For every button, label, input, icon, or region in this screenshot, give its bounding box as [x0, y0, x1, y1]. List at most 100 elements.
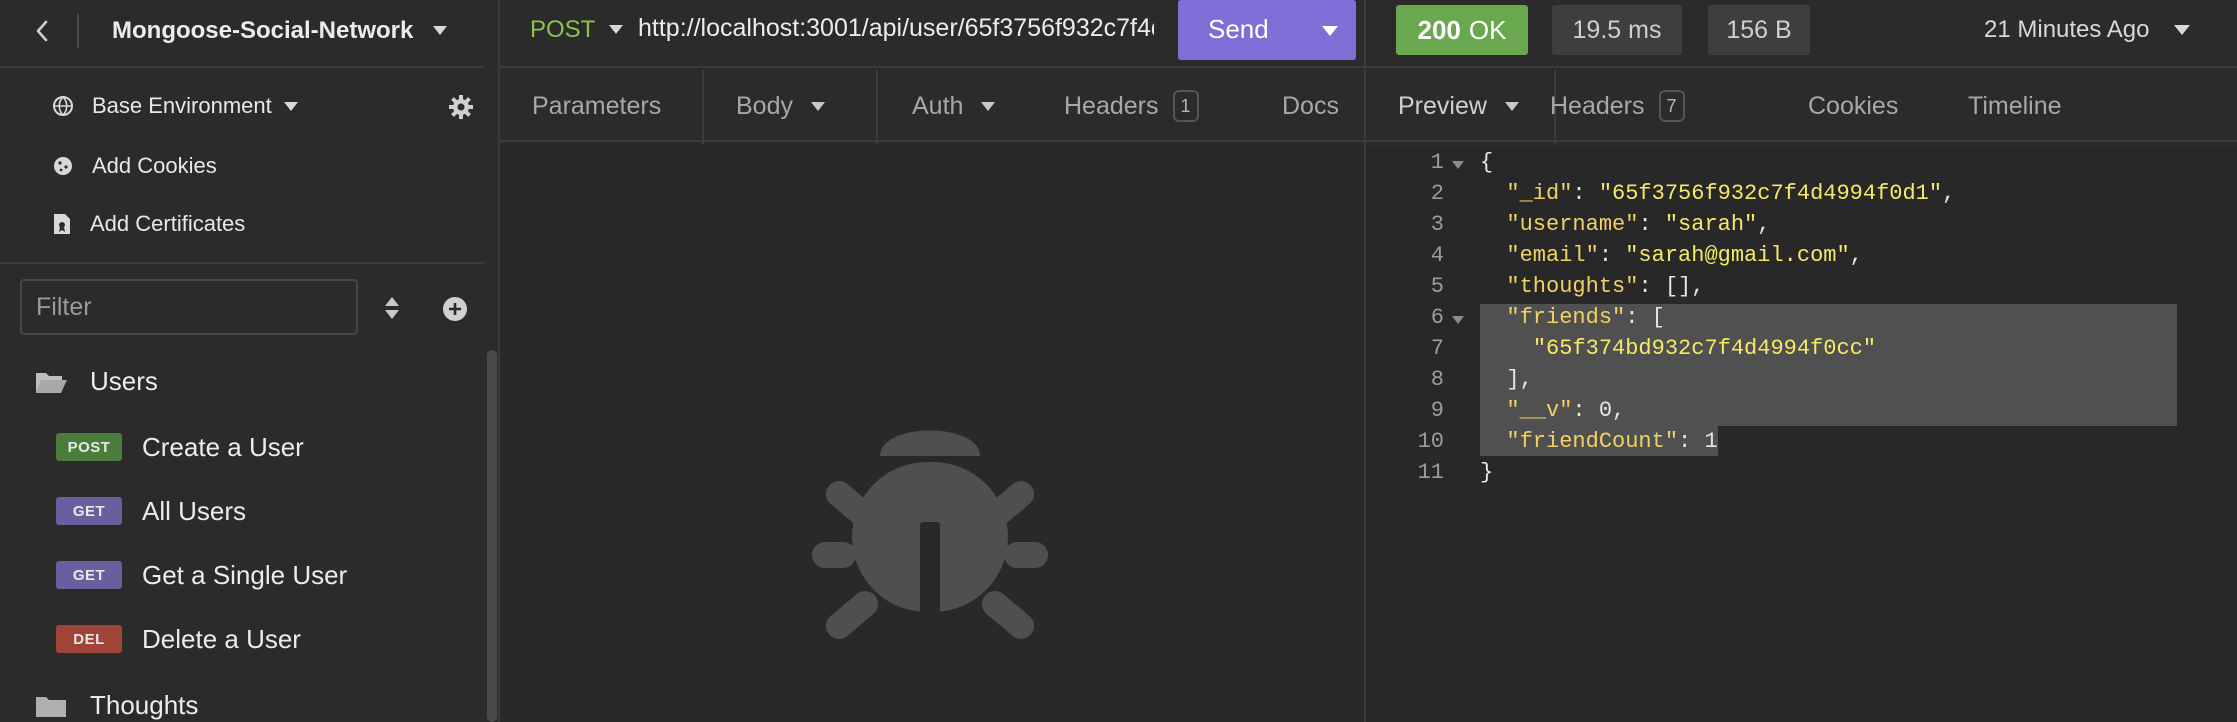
json-value: "65f3756f932c7f4d4994f0d1"	[1598, 181, 1943, 206]
add-certificates-label: Add Certificates	[90, 211, 246, 236]
fold-arrow-icon[interactable]	[1452, 316, 1464, 324]
folder-thoughts[interactable]: Thoughts	[34, 690, 198, 721]
chevron-down-icon	[1504, 101, 1519, 111]
request-label: Create a User	[142, 431, 304, 462]
add-cookies-label: Add Cookies	[92, 153, 217, 178]
request-create-user[interactable]: POST Create a User	[56, 427, 304, 467]
environment-label: Base Environment	[92, 93, 272, 118]
tab-label: Auth	[912, 91, 964, 120]
code-line: 10 "friendCount": 1	[1417, 429, 1718, 454]
request-delete-user[interactable]: DEL Delete a User	[56, 619, 301, 659]
folder-icon	[36, 696, 66, 717]
json-key: "thoughts"	[1506, 274, 1639, 299]
code-line: 5 "thoughts": [],	[1430, 274, 1705, 299]
chevron-down-icon	[810, 101, 825, 111]
add-circle-icon[interactable]	[442, 296, 468, 322]
method-selector[interactable]: POST	[530, 16, 595, 44]
code-line: 3 "username": "sarah",	[1430, 212, 1771, 237]
back-button[interactable]	[28, 14, 56, 48]
method-badge: DEL	[56, 625, 122, 653]
send-label: Send	[1208, 14, 1269, 44]
tab-response-headers[interactable]: Headers 7	[1550, 70, 1685, 142]
request-all-users[interactable]: GET All Users	[56, 491, 246, 531]
chevron-down-icon[interactable]	[2174, 25, 2190, 35]
request-get-single-user[interactable]: GET Get a Single User	[56, 555, 347, 595]
tab-timeline[interactable]: Timeline	[1968, 70, 2062, 142]
history-selector[interactable]: 21 Minutes Ago	[1984, 16, 2149, 44]
add-cookies-button[interactable]: Add Cookies	[52, 150, 217, 182]
request-label: All Users	[142, 495, 247, 526]
divider	[0, 66, 484, 68]
json-key: "__v"	[1506, 398, 1573, 423]
sort-icon[interactable]	[382, 294, 402, 322]
tab-body[interactable]: Body	[736, 70, 825, 142]
json-value: "65f374bd932c7f4d4994f0cc"	[1532, 336, 1877, 361]
tab-label: Preview	[1398, 91, 1487, 120]
tab-docs[interactable]: Docs	[1282, 70, 1339, 142]
tab-parameters[interactable]: Parameters	[532, 70, 661, 142]
request-pane: POST http://localhost:3001/api/user/65f3…	[500, 0, 1364, 722]
json-key: "friends"	[1506, 305, 1626, 330]
response-size: 156 B	[1708, 5, 1810, 55]
chevron-left-icon	[36, 20, 48, 42]
json-key: "friendCount"	[1506, 429, 1679, 454]
json-key: "_id"	[1506, 181, 1573, 206]
folder-users[interactable]: Users	[34, 366, 158, 397]
method-badge: GET	[56, 561, 122, 589]
chevron-down-icon[interactable]	[1322, 26, 1338, 36]
status-code: 200	[1417, 14, 1461, 45]
line-number: 5	[1430, 274, 1444, 299]
bug-icon	[812, 430, 1048, 640]
json-value: 0,	[1598, 398, 1626, 423]
code-line: 4 "email": "sarah@gmail.com",	[1430, 243, 1863, 268]
sidebar-scrollbar[interactable]	[487, 350, 497, 722]
method-badge: POST	[56, 433, 122, 461]
request-tabs: Parameters Body Auth Headers 1 Docs	[500, 70, 1364, 142]
send-button[interactable]: Send	[1178, 0, 1356, 60]
tab-preview[interactable]: Preview	[1398, 70, 1519, 142]
tab-auth[interactable]: Auth	[912, 70, 996, 142]
line-number: 10	[1417, 429, 1444, 454]
json-key: "username"	[1506, 212, 1639, 237]
tab-cookies[interactable]: Cookies	[1808, 70, 1898, 142]
cookie-icon	[54, 157, 72, 175]
status-badge: 200 OK	[1396, 5, 1528, 55]
folder-label: Users	[90, 366, 158, 396]
tab-label: Headers	[1064, 91, 1159, 120]
filter-input[interactable]: Filter	[20, 279, 358, 335]
chevron-down-icon[interactable]	[433, 26, 447, 35]
chevron-down-icon[interactable]	[609, 25, 623, 34]
url-input[interactable]: http://localhost:3001/api/user/65f3756f9…	[638, 14, 1154, 43]
fold-arrow-icon[interactable]	[1452, 161, 1464, 169]
json-value: "sarah@gmail.com"	[1625, 243, 1850, 268]
folder-open-icon	[36, 372, 67, 393]
request-label: Get a Single User	[142, 559, 348, 590]
gear-icon[interactable]	[446, 92, 476, 122]
code-line: 7 "65f374bd932c7f4d4994f0cc"	[1366, 336, 2237, 367]
code-line: 1{	[1430, 150, 1494, 175]
project-name[interactable]: Mongoose-Social-Network	[112, 17, 413, 45]
line-number: 3	[1430, 212, 1444, 237]
json-value: [],	[1664, 274, 1705, 299]
tab-headers[interactable]: Headers 1	[1064, 70, 1199, 142]
response-status-bar: 200 OK 19.5 ms 156 B 21 Minutes Ago	[1366, 0, 2237, 68]
line-number: 4	[1430, 243, 1444, 268]
environment-selector[interactable]: Base Environment	[52, 90, 298, 122]
sidebar-header: Mongoose-Social-Network	[0, 0, 500, 66]
json-key: "email"	[1506, 243, 1599, 268]
line-number: 11	[1417, 460, 1444, 485]
code-line: 2 "_id": "65f3756f932c7f4d4994f0d1",	[1430, 181, 1956, 206]
globe-icon	[53, 96, 73, 116]
code-line: 9 "__v": 0,	[1430, 398, 1626, 423]
headers-count-badge: 1	[1172, 90, 1199, 122]
request-label: Delete a User	[142, 623, 301, 654]
tab-label: Timeline	[1968, 91, 2062, 120]
headers-count-badge: 7	[1658, 90, 1685, 122]
response-json-viewer[interactable]: 1{ 2 "_id": "65f3756f932c7f4d4994f0d1", …	[1366, 146, 2237, 722]
url-bar: POST http://localhost:3001/api/user/65f3…	[500, 0, 1364, 68]
line-number: 9	[1430, 398, 1444, 423]
tab-label: Docs	[1282, 91, 1339, 120]
method-badge: GET	[56, 497, 122, 525]
add-certificates-button[interactable]: Add Certificates	[52, 208, 245, 240]
line-number: 8	[1430, 367, 1444, 392]
